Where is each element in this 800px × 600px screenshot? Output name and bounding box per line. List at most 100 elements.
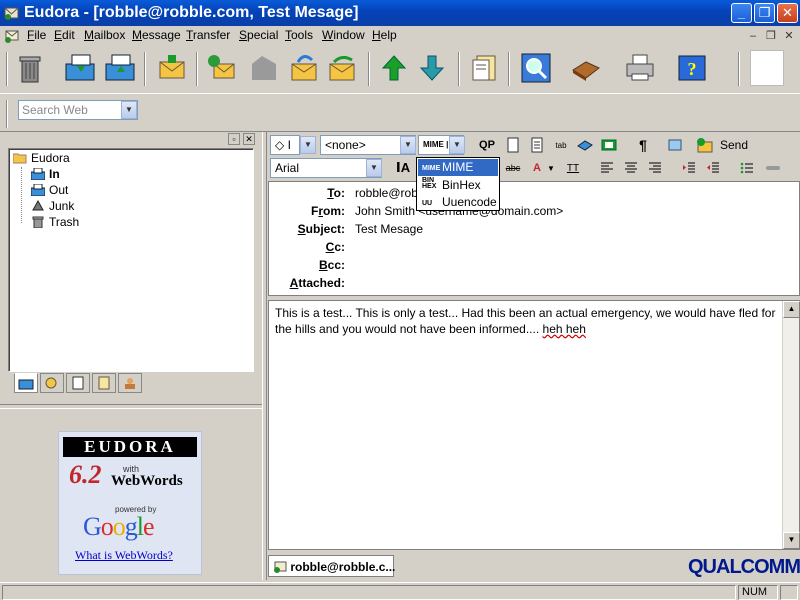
align-right-button[interactable]: [644, 158, 666, 178]
panel-close-icon[interactable]: ✕: [243, 133, 255, 145]
tree-item-trash[interactable]: Trash: [31, 215, 79, 231]
horizontal-rule-icon: [766, 166, 780, 170]
address-book-button[interactable]: [570, 50, 602, 86]
horizontal-rule-button[interactable]: [762, 158, 784, 178]
tab-personalities[interactable]: [118, 373, 142, 393]
tree-item-junk[interactable]: Junk: [31, 199, 74, 215]
check-mail-in-button[interactable]: [64, 50, 96, 86]
menu-special[interactable]: Special: [239, 28, 278, 42]
tab-file-browser[interactable]: [66, 373, 90, 393]
bcc-field[interactable]: [355, 258, 775, 272]
tree-item-eudora[interactable]: Eudora: [13, 151, 70, 167]
encoding-option-uuencode[interactable]: UU Uuencode: [418, 194, 498, 211]
mdi-close-icon[interactable]: ✕: [782, 29, 796, 43]
priority-select[interactable]: ◇ I: [270, 135, 300, 155]
menu-edit[interactable]: Edit: [54, 28, 75, 42]
mdi-restore-icon[interactable]: ❐: [764, 29, 778, 43]
font-size-button[interactable]: ⅠA: [392, 158, 414, 178]
inbox-mailbox-icon: [31, 168, 45, 180]
encoding-option-binhex[interactable]: BIN HEX BinHex: [418, 177, 498, 194]
misspelled-word[interactable]: heh heh: [543, 322, 586, 336]
size-grip[interactable]: [780, 585, 798, 600]
attach-document-icon: [472, 55, 496, 81]
window-tab-message[interactable]: robble@robble.c...: [268, 555, 395, 577]
minimize-button[interactable]: _: [731, 3, 752, 23]
attached-field[interactable]: [355, 276, 775, 290]
subject-field[interactable]: Test Mesage: [355, 222, 423, 236]
bullet-list-button[interactable]: [736, 158, 758, 178]
insert-object-button[interactable]: [664, 135, 686, 155]
menu-window[interactable]: Window: [322, 28, 365, 42]
return-receipt-icon: [601, 139, 617, 151]
attach-button[interactable]: [468, 50, 500, 86]
align-left-button[interactable]: [596, 158, 618, 178]
menu-mailbox[interactable]: Mailbox: [84, 28, 125, 42]
tab-stationery[interactable]: [92, 373, 116, 393]
outdent-button[interactable]: [702, 158, 724, 178]
keep-copy-button[interactable]: [574, 135, 596, 155]
encoding-dropdown-button[interactable]: ▼: [449, 136, 465, 154]
tab-mailboxes[interactable]: [14, 373, 38, 393]
menu-message[interactable]: Message: [132, 28, 181, 42]
toolbar-grip: [6, 100, 8, 128]
trash-button[interactable]: [14, 50, 46, 86]
quoted-printable-button[interactable]: QP: [476, 135, 498, 155]
panel-undock-icon[interactable]: ▫: [228, 133, 240, 145]
find-button[interactable]: [520, 50, 552, 86]
maximize-button[interactable]: ❐: [754, 3, 775, 23]
insert-object-icon: [668, 139, 682, 151]
reply-all-button[interactable]: [248, 50, 280, 86]
close-button[interactable]: ✕: [777, 3, 798, 23]
show-formatting-button[interactable]: ¶: [632, 135, 654, 155]
body-vertical-scrollbar[interactable]: ▲ ▼: [782, 301, 800, 549]
message-body-editor[interactable]: This is a test... This is only a test...…: [268, 300, 800, 550]
strikethrough-button[interactable]: abc: [502, 158, 524, 178]
tree-label: Out: [49, 183, 69, 197]
text-color-dropdown[interactable]: ▼: [544, 158, 558, 178]
menu-file[interactable]: File: [27, 28, 46, 42]
ad-what-is-webwords-link[interactable]: What is WebWords?: [75, 548, 173, 563]
tab-in-body-button[interactable]: tab: [550, 135, 572, 155]
new-message-button[interactable]: [156, 50, 188, 86]
reply-button[interactable]: [206, 50, 238, 86]
encoding-option-mime[interactable]: MIME MIME: [418, 159, 498, 176]
tree-item-out[interactable]: Out: [31, 183, 68, 199]
next-message-button[interactable]: [416, 50, 448, 86]
indent-button[interactable]: [678, 158, 700, 178]
mailbox-tree[interactable]: Eudora In Out Junk Trash: [8, 148, 254, 372]
word-wrap-button[interactable]: [526, 135, 548, 155]
return-receipt-button[interactable]: [598, 135, 620, 155]
send-button[interactable]: Send: [696, 135, 766, 155]
tab-filter-report[interactable]: [40, 373, 64, 393]
scroll-down-arrow[interactable]: ▼: [783, 532, 800, 549]
scroll-up-arrow[interactable]: ▲: [783, 301, 800, 318]
priority-dropdown-button[interactable]: ▼: [300, 136, 316, 154]
panel-divider[interactable]: [0, 404, 262, 409]
ad-google-logo: Google: [83, 512, 155, 541]
to-label: To:: [327, 186, 345, 200]
forward-button[interactable]: [288, 50, 320, 86]
text-as-attachment-button[interactable]: [502, 135, 524, 155]
menu-help[interactable]: Help: [372, 28, 397, 42]
send-queued-out-button[interactable]: [104, 50, 136, 86]
tree-item-in[interactable]: In: [31, 167, 60, 183]
align-center-button[interactable]: [620, 158, 642, 178]
search-web-input[interactable]: Search Web: [18, 100, 138, 120]
search-dropdown-button[interactable]: ▼: [121, 101, 137, 119]
document-icon[interactable]: [4, 28, 20, 44]
menu-transfer[interactable]: Transfer: [186, 28, 230, 42]
teletype-button[interactable]: TT: [562, 158, 584, 178]
vertical-splitter[interactable]: [262, 132, 267, 580]
menu-tools[interactable]: Tools: [285, 28, 313, 42]
ad-version: 6.2: [69, 460, 102, 489]
previous-message-button[interactable]: [378, 50, 410, 86]
signature-dropdown-button[interactable]: ▼: [400, 136, 416, 154]
webwords-ad[interactable]: EUDORA 6.2 with WebWords powered by Goog…: [58, 431, 202, 575]
redirect-button[interactable]: [326, 50, 358, 86]
cc-field[interactable]: [355, 240, 775, 254]
tree-label: In: [49, 167, 60, 181]
font-dropdown-button[interactable]: ▼: [366, 159, 382, 177]
mdi-minimize-icon[interactable]: ‒: [746, 29, 760, 43]
help-button[interactable]: ?: [676, 50, 708, 86]
print-button[interactable]: [624, 50, 656, 86]
